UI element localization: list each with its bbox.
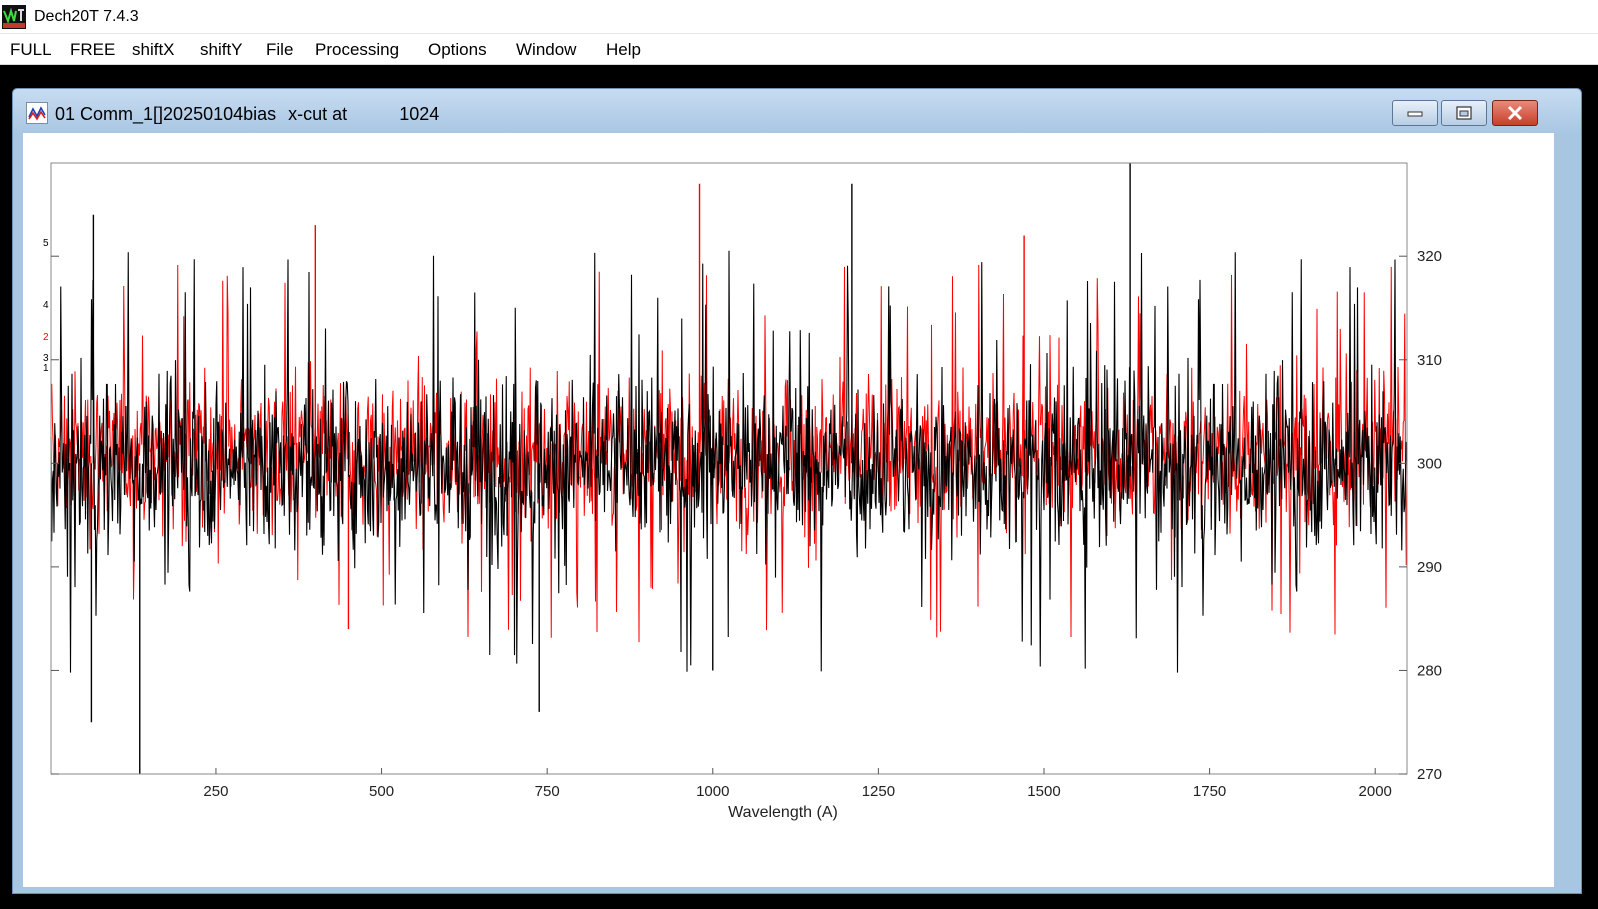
left-axis-fragment: 2 (43, 332, 49, 343)
close-button[interactable] (1492, 100, 1538, 126)
x-tick-label: 2000 (1359, 783, 1392, 800)
left-axis-fragments: 54231 (43, 238, 49, 374)
left-axis-fragment: 4 (43, 300, 49, 311)
x-tick-label: 1750 (1193, 783, 1226, 800)
x-axis-label: Wavelength (A) (728, 804, 838, 821)
plot-window-titlebar[interactable]: 01 Comm_1[]20250104bias x-cut at 1024 (13, 89, 1581, 133)
series-0 (50, 163, 1408, 774)
cut-label: x-cut at (288, 104, 348, 124)
close-icon (1507, 105, 1523, 121)
x-tick-label: 500 (369, 783, 394, 800)
app-title: Dech20T 7.4.3 (34, 8, 139, 25)
menu-shifty[interactable]: shiftY (200, 40, 243, 60)
app-titlebar: Dech20T 7.4.3 (0, 0, 1598, 34)
cut-position: 1024 (399, 104, 440, 124)
file-name: 01 Comm_1[]20250104bias (55, 104, 277, 124)
restore-button[interactable] (1441, 100, 1487, 126)
y-tick-label: 320 (1417, 248, 1442, 265)
minimize-button[interactable] (1392, 100, 1438, 126)
y-tick-label: 310 (1417, 352, 1442, 369)
plot-client-area: 54231 250 500 750 1000 1250 1500 1750 2000 270 28… (23, 133, 1554, 887)
series-layer (50, 163, 1408, 774)
menu-options[interactable]: Options (428, 40, 487, 60)
minimize-icon (1407, 111, 1423, 117)
menu-shiftx[interactable]: shiftX (132, 40, 175, 60)
dech-logo-icon (2, 5, 26, 29)
left-axis-fragment: 1 (43, 363, 49, 374)
series-0-line (50, 250, 1408, 673)
x-tick-label: 1500 (1027, 783, 1060, 800)
menu-full[interactable]: FULL (10, 40, 52, 60)
y-tick-label: 280 (1417, 662, 1442, 679)
menu-file[interactable]: File (266, 40, 293, 60)
plot-window: 01 Comm_1[]20250104bias x-cut at 1024 5 4 2 3… (12, 88, 1582, 894)
menu-window[interactable]: Window (516, 40, 576, 60)
restore-icon (1456, 106, 1472, 120)
menu-help[interactable]: Help (606, 40, 641, 60)
y-tick-label: 300 (1417, 455, 1442, 472)
y-tick-label: 290 (1417, 559, 1442, 576)
left-axis-fragment: 5 (43, 238, 49, 249)
y-tick-label: 270 (1417, 766, 1442, 783)
spectrum-plot[interactable]: 54231 250 500 750 1000 1250 1500 1750 200027028… (23, 133, 1554, 887)
graph-icon (26, 102, 48, 124)
menu-free[interactable]: FREE (70, 40, 115, 60)
x-tick-label: 1000 (696, 783, 729, 800)
menu-bar: FULL FREE shiftX shiftY File Processing … (0, 34, 1598, 65)
x-tick-label: 250 (203, 783, 228, 800)
x-tick-label: 1250 (862, 783, 895, 800)
menu-processing[interactable]: Processing (315, 40, 399, 60)
x-tick-label: 750 (535, 783, 560, 800)
plot-window-title: 01 Comm_1[]20250104bias x-cut at 1024 (55, 104, 439, 125)
